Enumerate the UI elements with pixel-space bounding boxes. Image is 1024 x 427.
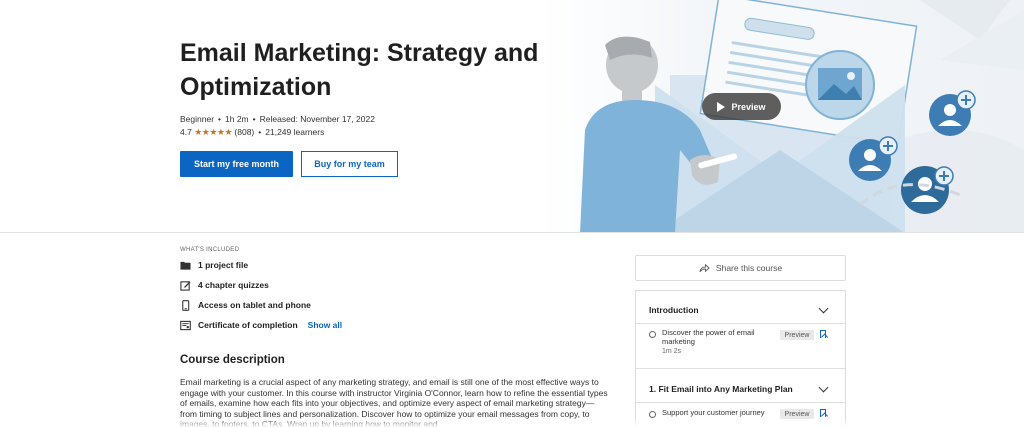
included-item-quizzes: 4 chapter quizzes xyxy=(180,278,269,292)
release-date: Released: November 17, 2022 xyxy=(259,114,375,124)
included-item-label: 1 project file xyxy=(198,260,249,270)
toc-section-title[interactable]: 1. Fit Email into Any Marketing Plan xyxy=(649,384,793,394)
hero-illustration xyxy=(540,0,1024,232)
table-of-contents: Introduction Discover the power of email… xyxy=(635,290,846,427)
share-label: Share this course xyxy=(715,263,783,273)
mobile-icon xyxy=(182,299,190,311)
progress-circle-icon xyxy=(649,331,656,338)
email-illustration xyxy=(580,0,1024,232)
rating-stars-icon: ★★★★★ xyxy=(194,127,233,137)
rating-value: 4.7 xyxy=(180,127,192,137)
preview-button[interactable]: Preview xyxy=(702,93,781,120)
course-title: Email Marketing: Strategy and Optimizati… xyxy=(180,39,539,101)
included-item-label: Access on tablet and phone xyxy=(198,300,311,310)
certificate-icon xyxy=(180,320,191,330)
course-hero: Email Marketing: Strategy and Optimizati… xyxy=(0,0,1024,233)
course-description-heading: Course description xyxy=(180,354,285,366)
progress-circle-icon xyxy=(649,411,656,418)
included-item-certificate: Certificate of completion Show all xyxy=(180,318,342,332)
toc-divider xyxy=(636,402,845,403)
toc-section-title[interactable]: Introduction xyxy=(649,305,699,315)
start-free-month-button[interactable]: Start my free month xyxy=(180,151,293,177)
bookmark-icon[interactable] xyxy=(820,409,826,417)
share-course-button[interactable]: Share this course xyxy=(635,255,846,281)
chevron-down-icon[interactable] xyxy=(818,382,829,393)
course-meta: Beginner • 1h 2m • Released: November 17, 20… xyxy=(180,114,375,124)
show-all-link[interactable]: Show all xyxy=(308,320,342,330)
share-icon xyxy=(699,263,710,273)
course-duration: 1h 2m xyxy=(225,114,249,124)
preview-label: Preview xyxy=(731,101,766,112)
bookmark-icon[interactable] xyxy=(820,330,826,338)
learner-count: 21,249 learners xyxy=(265,127,325,137)
course-rating-line: 4.7 ★★★★★ (808) • 21,249 learners xyxy=(180,127,325,137)
included-item-label: Certificate of completion xyxy=(198,320,298,330)
toc-video-duration: 1m 2s xyxy=(662,348,682,355)
whats-included-heading: WHAT'S INCLUDED xyxy=(180,247,240,253)
review-count[interactable]: (808) xyxy=(234,127,254,137)
bottom-fade xyxy=(0,418,1024,427)
toc-divider xyxy=(636,323,845,324)
buy-for-team-button[interactable]: Buy for my team xyxy=(301,151,398,177)
included-item-project-file: 1 project file xyxy=(180,258,248,272)
toc-divider xyxy=(636,368,845,369)
included-item-label: 4 chapter quizzes xyxy=(198,280,269,290)
course-level: Beginner xyxy=(180,114,215,124)
toc-video-title[interactable]: Support your customer journey xyxy=(662,408,770,417)
included-item-mobile-access: Access on tablet and phone xyxy=(180,298,311,312)
chevron-down-icon[interactable] xyxy=(818,303,829,314)
folder-icon xyxy=(180,261,191,270)
play-icon xyxy=(717,101,726,112)
edit-icon xyxy=(180,280,191,291)
toc-video-title[interactable]: Discover the power of email marketing xyxy=(662,328,770,346)
preview-badge: Preview xyxy=(780,330,814,340)
